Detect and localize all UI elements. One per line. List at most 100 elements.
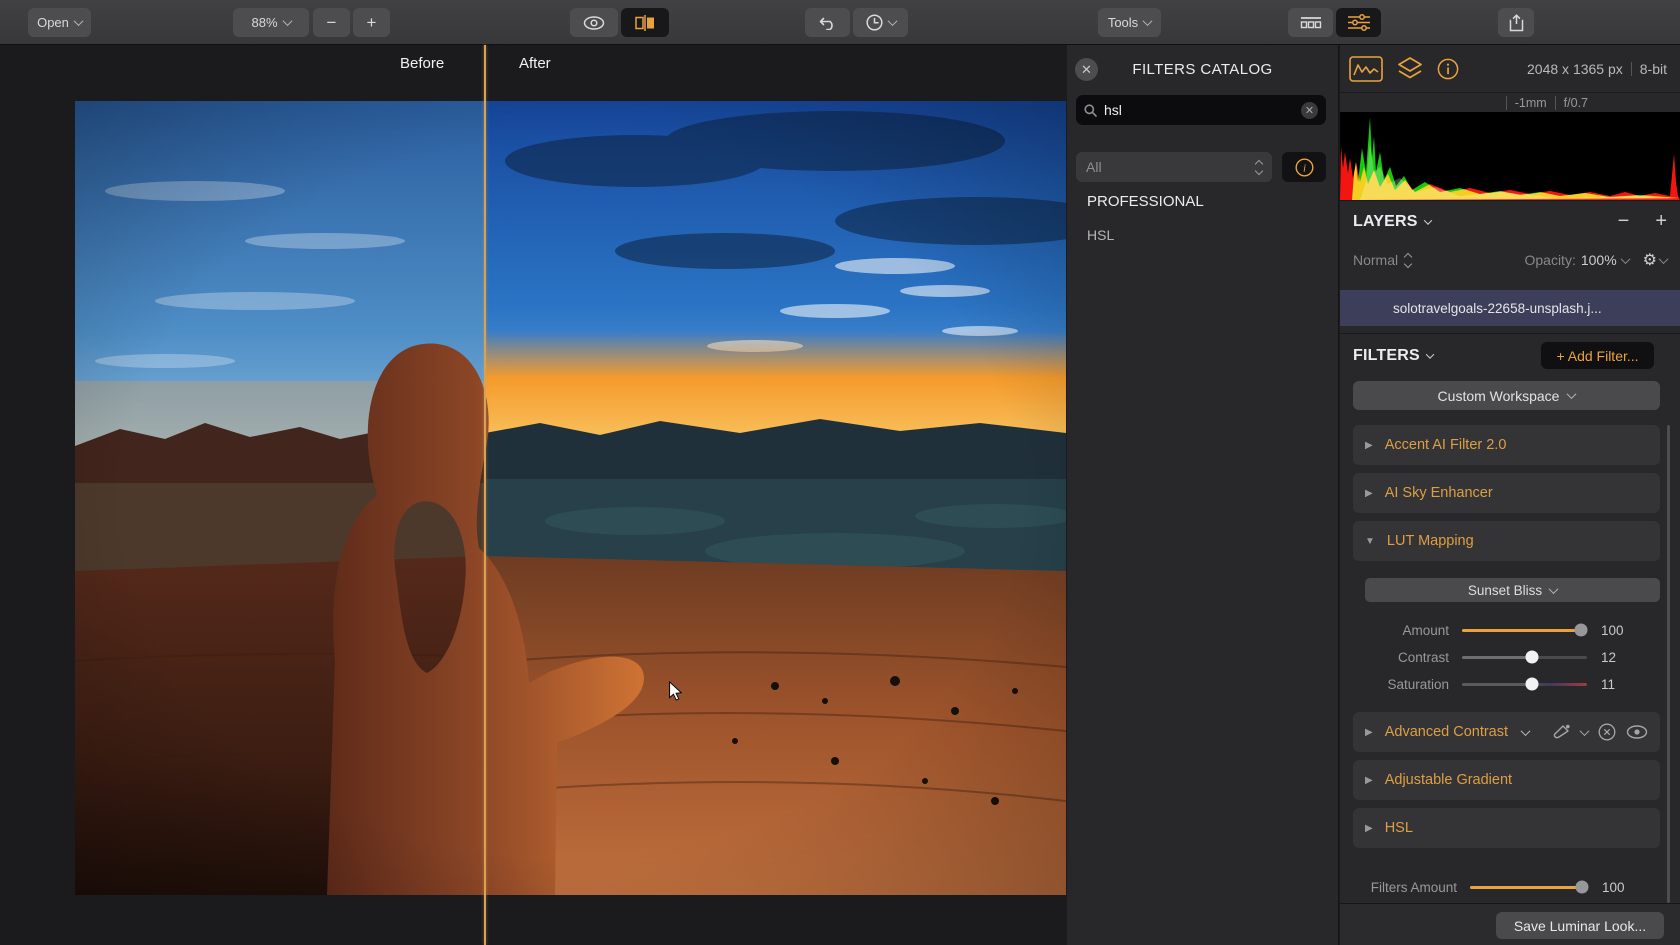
chevron-down-icon: [73, 16, 83, 26]
aperture-value: f/0.7: [1564, 96, 1588, 110]
slider-fill: [1462, 629, 1581, 632]
info-tab-icon[interactable]: [1437, 58, 1459, 80]
before-after-divider[interactable]: [484, 45, 486, 945]
exif-row: -1mm f/0.7: [1340, 93, 1680, 112]
disclosure-right-icon[interactable]: ▶: [1365, 488, 1373, 499]
disclosure-right-icon[interactable]: ▶: [1365, 440, 1373, 451]
histogram-chart[interactable]: [1340, 112, 1680, 200]
bit-depth-value: 8-bit: [1640, 61, 1667, 77]
disclosure-right-icon[interactable]: ▶: [1365, 727, 1373, 738]
brush-edit-icon[interactable]: [1551, 724, 1571, 740]
visibility-eye-icon[interactable]: [1626, 725, 1648, 739]
chevron-down-icon[interactable]: [1580, 726, 1590, 736]
remove-filter-icon[interactable]: [1598, 723, 1616, 741]
filters-amount-slider[interactable]: [1470, 886, 1588, 889]
divider: [1506, 96, 1507, 110]
chevron-down-icon: [1423, 216, 1431, 224]
chevron-down-icon: [1567, 389, 1577, 399]
filter-card-ai-sky[interactable]: ▶ AI Sky Enhancer: [1353, 473, 1660, 513]
layers-tab-icon[interactable]: [1397, 56, 1423, 82]
chevron-down-icon: [1143, 16, 1153, 26]
blend-mode-dropdown[interactable]: Normal: [1353, 252, 1411, 268]
tools-button[interactable]: Tools: [1098, 8, 1161, 37]
disclosure-right-icon[interactable]: ▶: [1365, 775, 1373, 786]
saturation-slider[interactable]: [1462, 683, 1587, 686]
export-button[interactable]: [1498, 8, 1534, 37]
svg-text:i: i: [1302, 162, 1305, 174]
filters-section-toggle[interactable]: FILTERS: [1353, 347, 1433, 365]
slider-fill: [1470, 886, 1582, 889]
filter-card-label: HSL: [1385, 820, 1413, 836]
clear-search-icon[interactable]: ✕: [1301, 102, 1318, 119]
zoom-out-button[interactable]: −: [313, 8, 350, 37]
image-canvas[interactable]: Before After: [0, 45, 1066, 945]
filter-card-label: Adjustable Gradient: [1385, 772, 1512, 788]
slider-label: Contrast: [1340, 650, 1462, 665]
divider: [1555, 96, 1556, 110]
divider: [1340, 333, 1680, 334]
blend-mode-value: Normal: [1353, 252, 1398, 268]
filmstrip-panel-toggle[interactable]: [1288, 8, 1333, 37]
filter-card-hsl[interactable]: ▶ HSL: [1353, 808, 1660, 848]
preview-button[interactable]: [570, 8, 618, 37]
opacity-dropdown[interactable]: Opacity: 100%: [1524, 252, 1628, 268]
filter-card-lut-mapping[interactable]: ▼ LUT Mapping: [1353, 521, 1660, 561]
mouse-cursor: [668, 681, 683, 701]
layer-item-selected[interactable]: solotravelgoals-22658-unsplash.j...: [1340, 290, 1680, 326]
chevron-down-icon: [887, 16, 897, 26]
gear-icon: ⚙: [1643, 250, 1657, 270]
layers-section-toggle[interactable]: LAYERS: [1353, 213, 1431, 231]
filters-header: FILTERS: [1353, 347, 1433, 365]
workspace-value: Custom Workspace: [1438, 388, 1560, 404]
divider: [1340, 200, 1680, 201]
add-filter-button[interactable]: + Add Filter...: [1541, 342, 1654, 369]
slider-knob[interactable]: [1574, 624, 1587, 637]
save-luminar-look-button[interactable]: Save Luminar Look...: [1496, 912, 1664, 939]
zoom-in-button[interactable]: +: [353, 8, 390, 37]
filter-card-accent-ai[interactable]: ▶ Accent AI Filter 2.0: [1353, 425, 1660, 465]
panel-scrollbar[interactable]: [1667, 425, 1670, 903]
slider-knob[interactable]: [1576, 881, 1589, 894]
catalog-item-hsl[interactable]: HSL: [1087, 227, 1114, 243]
contrast-slider[interactable]: [1462, 656, 1587, 659]
disclosure-right-icon[interactable]: ▶: [1365, 823, 1373, 834]
amount-slider[interactable]: [1462, 629, 1587, 632]
open-button[interactable]: Open: [28, 8, 91, 37]
category-dropdown[interactable]: All: [1076, 152, 1272, 182]
top-toolbar: Open 88% − +: [0, 0, 1680, 45]
histogram-tab-icon[interactable]: [1349, 56, 1383, 82]
slider-label: Filters Amount: [1340, 880, 1470, 895]
chevron-down-icon[interactable]: [1521, 726, 1531, 736]
slider-row-contrast: Contrast 12: [1340, 644, 1680, 670]
photo-before-after: [75, 101, 1066, 895]
workspace-dropdown[interactable]: Custom Workspace: [1353, 381, 1660, 410]
filter-search-box[interactable]: ✕: [1076, 95, 1326, 125]
filter-card-label: AI Sky Enhancer: [1385, 485, 1493, 501]
filter-card-advanced-contrast[interactable]: ▶ Advanced Contrast: [1353, 712, 1660, 752]
side-panel-toggle[interactable]: [1336, 8, 1381, 37]
zoom-level-dropdown[interactable]: 88%: [233, 8, 309, 37]
category-info-button[interactable]: i: [1282, 152, 1326, 182]
filter-card-adjustable-gradient[interactable]: ▶ Adjustable Gradient: [1353, 760, 1660, 800]
add-layer-button[interactable]: +: [1655, 210, 1667, 233]
undo-button[interactable]: [805, 8, 850, 37]
zoom-level-value: 88%: [251, 15, 277, 30]
lut-preset-dropdown[interactable]: Sunset Bliss: [1365, 578, 1660, 602]
slider-knob[interactable]: [1526, 678, 1539, 691]
disclosure-down-icon[interactable]: ▼: [1365, 536, 1375, 547]
filter-search-input[interactable]: [1104, 102, 1294, 118]
chevron-down-icon: [1426, 350, 1434, 358]
updown-chevron-icon: [1256, 161, 1262, 174]
category-dropdown-value: All: [1086, 159, 1102, 175]
eye-icon: [583, 16, 605, 30]
remove-layer-button[interactable]: −: [1618, 210, 1630, 233]
filters-title: FILTERS: [1353, 347, 1420, 365]
compare-button[interactable]: [621, 8, 669, 37]
slider-knob[interactable]: [1526, 651, 1539, 664]
layer-thumbnail: [1353, 298, 1383, 319]
layer-settings-button[interactable]: ⚙: [1643, 250, 1667, 270]
history-button[interactable]: [853, 8, 908, 37]
catalog-category-professional[interactable]: PROFESSIONAL: [1087, 193, 1204, 210]
before-label: Before: [400, 55, 444, 72]
layers-title: LAYERS: [1353, 213, 1418, 231]
